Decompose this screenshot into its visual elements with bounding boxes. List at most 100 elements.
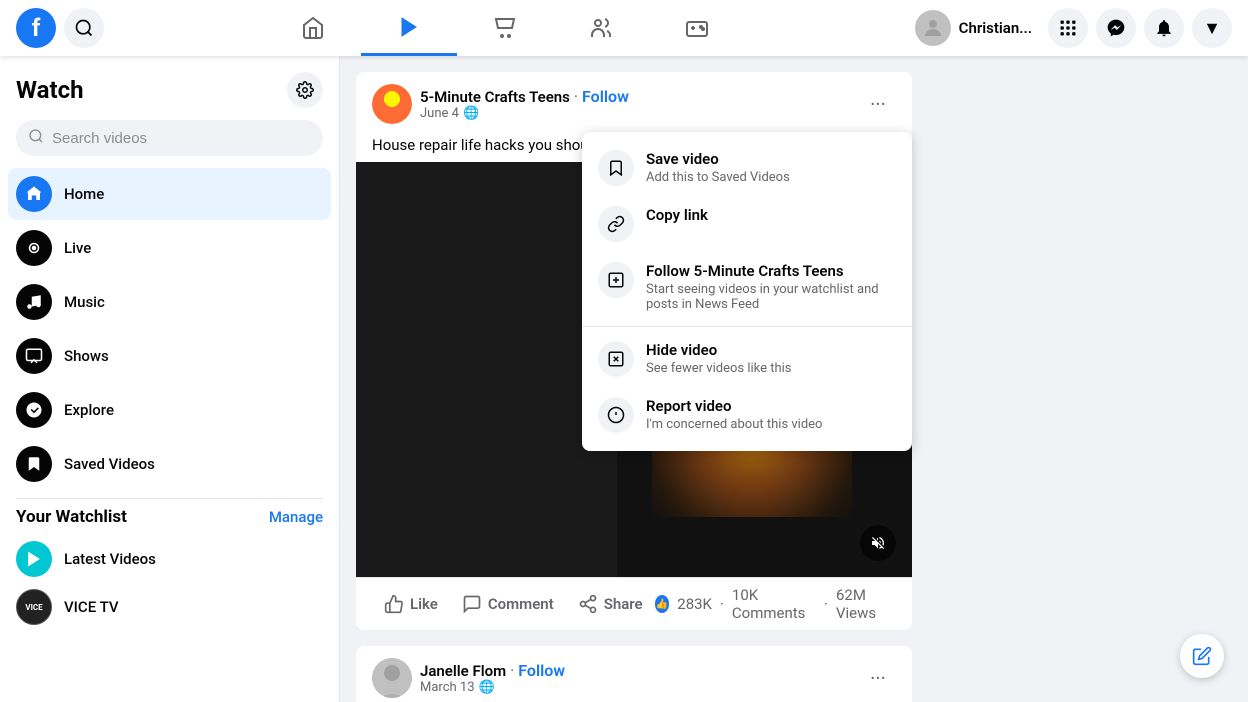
like-button[interactable]: Like bbox=[372, 586, 450, 622]
notifications-button[interactable] bbox=[1144, 8, 1184, 48]
like-badge: 👍 bbox=[655, 595, 670, 613]
post-date-1: June 4 🌐 bbox=[420, 106, 852, 121]
mute-icon bbox=[870, 535, 886, 551]
sidebar-home-label: Home bbox=[64, 185, 104, 203]
settings-gear-button[interactable] bbox=[287, 72, 323, 108]
sidebar-item-live[interactable]: Live bbox=[8, 222, 331, 274]
bell-icon bbox=[1154, 18, 1174, 38]
home-icon bbox=[301, 16, 325, 40]
dropdown-arrow-button[interactable]: ▼ bbox=[1192, 8, 1232, 48]
watchlist-manage-button[interactable]: Manage bbox=[269, 508, 323, 526]
watchlist-title: Your Watchlist bbox=[16, 507, 127, 527]
saved-nav-icon bbox=[16, 446, 52, 482]
live-nav-icon bbox=[16, 230, 52, 266]
nav-gaming-button[interactable] bbox=[649, 0, 745, 56]
sidebar-item-shows[interactable]: Shows bbox=[8, 330, 331, 382]
post2-name-line: Janelle Flom · Follow bbox=[420, 661, 852, 680]
vice-tv-icon: VICE bbox=[16, 589, 52, 625]
channel-avatar-image bbox=[372, 84, 412, 124]
watchlist-item-latest[interactable]: Latest Videos bbox=[16, 535, 323, 583]
rocket-icon bbox=[25, 401, 43, 419]
post2-avatar bbox=[372, 658, 412, 698]
main-content: 5-Minute Crafts Teens · Follow June 4 🌐 … bbox=[340, 56, 928, 702]
x-square-icon bbox=[607, 350, 625, 368]
copy-link-icon bbox=[598, 206, 634, 242]
follow-channel-subtitle: Start seeing videos in your watchlist an… bbox=[646, 282, 896, 312]
sidebar-shows-label: Shows bbox=[64, 347, 109, 365]
post-date-text: June 4 bbox=[420, 106, 459, 121]
save-video-option[interactable]: Save video Add this to Saved Videos bbox=[582, 140, 912, 196]
share-icon bbox=[578, 594, 598, 614]
follow-button-2[interactable]: Follow bbox=[518, 661, 565, 680]
follow-channel-option[interactable]: Follow 5-Minute Crafts Teens Start seein… bbox=[582, 252, 912, 322]
latest-videos-icon bbox=[16, 541, 52, 577]
nav-center bbox=[104, 0, 907, 56]
share-button[interactable]: Share bbox=[566, 586, 655, 622]
music-icon bbox=[25, 293, 43, 311]
post-more-button-2[interactable]: ··· bbox=[860, 660, 896, 696]
dot-separator: · bbox=[574, 87, 582, 106]
follow-button-inline[interactable]: Follow bbox=[582, 87, 629, 106]
report-video-option[interactable]: Report video I'm concerned about this vi… bbox=[582, 387, 912, 443]
plus-icon bbox=[607, 271, 625, 289]
grid-menu-button[interactable] bbox=[1048, 8, 1088, 48]
nav-watch-button[interactable] bbox=[361, 0, 457, 56]
facebook-logo[interactable]: f bbox=[16, 8, 56, 48]
nav-groups-button[interactable] bbox=[553, 0, 649, 56]
main-layout: Watch Home bbox=[0, 56, 1248, 702]
save-video-title: Save video bbox=[646, 150, 896, 168]
hide-video-subtitle: See fewer videos like this bbox=[646, 361, 896, 376]
post-actions-1: Like Comment Share 👍 2 bbox=[356, 577, 912, 630]
watchlist-section: Your Watchlist Manage Latest Videos VICE… bbox=[8, 507, 331, 631]
copy-link-title: Copy link bbox=[646, 206, 896, 224]
search-bar bbox=[16, 120, 323, 156]
user-avatar bbox=[915, 10, 951, 46]
nav-search-button[interactable] bbox=[64, 8, 104, 48]
nav-marketplace-button[interactable] bbox=[457, 0, 553, 56]
copy-link-option[interactable]: Copy link bbox=[582, 196, 912, 252]
sidebar-saved-label: Saved Videos bbox=[64, 455, 155, 473]
hide-video-option[interactable]: Hide video See fewer videos like this bbox=[582, 331, 912, 387]
channel-name-2: Janelle Flom bbox=[420, 662, 506, 680]
copy-link-text: Copy link bbox=[646, 206, 896, 224]
compose-button[interactable] bbox=[1180, 634, 1224, 678]
sidebar-item-music[interactable]: Music bbox=[8, 276, 331, 328]
music-nav-icon bbox=[16, 284, 52, 320]
search-input[interactable] bbox=[16, 120, 323, 156]
edit-icon bbox=[1192, 646, 1212, 666]
messenger-button[interactable] bbox=[1096, 8, 1136, 48]
save-video-text: Save video Add this to Saved Videos bbox=[646, 150, 896, 185]
comment-button[interactable]: Comment bbox=[450, 586, 566, 622]
post2-avatar-svg bbox=[372, 658, 412, 698]
hide-video-title: Hide video bbox=[646, 341, 896, 359]
post-header-2: Janelle Flom · Follow March 13 🌐 ··· bbox=[356, 646, 912, 702]
watchlist-item-vice[interactable]: VICE VICE TV bbox=[16, 583, 323, 631]
stats-dot1: · bbox=[720, 595, 724, 613]
sidebar-explore-label: Explore bbox=[64, 401, 114, 419]
comment-label: Comment bbox=[488, 595, 554, 613]
nav-left: f bbox=[16, 8, 104, 48]
top-navigation: f bbox=[0, 0, 1248, 56]
sidebar-music-label: Music bbox=[64, 293, 105, 311]
post-more-button-1[interactable]: ··· bbox=[860, 86, 896, 122]
sidebar-item-saved[interactable]: Saved Videos bbox=[8, 438, 331, 490]
like-label: Like bbox=[410, 595, 438, 613]
ellipsis-icon: ··· bbox=[870, 92, 886, 116]
nav-home-button[interactable] bbox=[265, 0, 361, 56]
sidebar-item-home[interactable]: Home bbox=[8, 168, 331, 220]
post-options-dropdown: Save video Add this to Saved Videos Copy… bbox=[582, 132, 912, 451]
fb-logo-letter: f bbox=[32, 16, 41, 40]
post-date-2: March 13 🌐 bbox=[420, 680, 852, 695]
hide-video-icon bbox=[598, 341, 634, 377]
sidebar-item-explore[interactable]: Explore bbox=[8, 384, 331, 436]
home-nav-icon bbox=[16, 176, 52, 212]
likes-count: 283K bbox=[677, 595, 712, 613]
user-profile-button[interactable]: Christian... bbox=[907, 6, 1040, 50]
channel-name: 5-Minute Crafts Teens bbox=[420, 88, 570, 106]
mute-button[interactable] bbox=[860, 525, 896, 561]
share-label: Share bbox=[604, 595, 643, 613]
gear-icon bbox=[296, 81, 314, 99]
video-left-panel bbox=[356, 162, 617, 577]
follow-channel-icon bbox=[598, 262, 634, 298]
post-meta-1: 5-Minute Crafts Teens · Follow June 4 🌐 bbox=[420, 87, 852, 121]
